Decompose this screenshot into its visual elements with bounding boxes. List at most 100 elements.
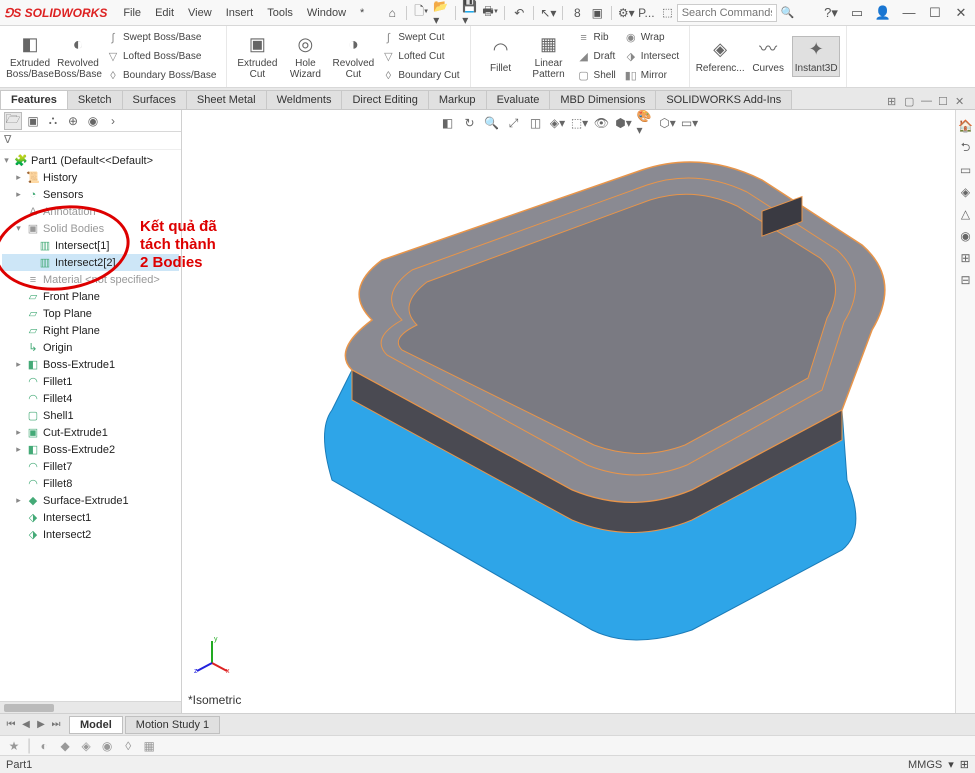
bt-icon-4[interactable]: ◉ — [99, 738, 115, 754]
boundary-boss-button[interactable]: ◊Boundary Boss/Base — [106, 67, 216, 85]
extruded-cut-button[interactable]: ▣Extruded Cut — [233, 29, 281, 85]
status-units-dropdown-icon[interactable]: ▾ — [948, 758, 954, 771]
revolved-boss-button[interactable]: ◐Revolved Boss/Base — [54, 29, 102, 85]
save-icon[interactable]: 💾▾ — [462, 5, 478, 21]
tree-item[interactable]: ▸▣Cut-Extrude1 — [2, 424, 179, 441]
tree-item[interactable]: ◠Fillet7 — [2, 458, 179, 475]
config-tab-icon[interactable]: ⛬ — [44, 112, 62, 130]
rebuild-icon[interactable]: ▣ — [589, 5, 605, 21]
tree-item[interactable]: ▱Front Plane — [2, 288, 179, 305]
more-tabs-icon[interactable]: › — [104, 112, 122, 130]
bt-icon-3[interactable]: ◈ — [78, 738, 94, 754]
tree-item[interactable]: ▾▣Solid Bodies — [2, 220, 179, 237]
instant3d-button[interactable]: ✦Instant3D — [792, 36, 840, 77]
tree-item[interactable]: ▸◆Surface-Extrude1 — [2, 492, 179, 509]
tree-root[interactable]: ▾🧩Part1 (Default<<Default> — [2, 152, 179, 169]
status-units[interactable]: MMGS — [908, 759, 942, 771]
tree-item[interactable]: ≡Material <not specified> — [2, 271, 179, 288]
tree-item[interactable]: ▢Shell1 — [2, 407, 179, 424]
menu-tools[interactable]: Tools — [261, 5, 299, 21]
tab-weldments[interactable]: Weldments — [266, 90, 343, 109]
shell-button[interactable]: ▢Shell — [577, 67, 616, 85]
lofted-cut-button[interactable]: ▽Lofted Cut — [381, 48, 459, 66]
eight-icon[interactable]: 8 — [569, 5, 585, 21]
new-icon[interactable]: 🗋▾ — [413, 5, 429, 21]
tab-features[interactable]: Features — [0, 90, 68, 109]
tab-next-icon[interactable]: ▶ — [34, 718, 48, 732]
menu-view[interactable]: View — [182, 5, 218, 21]
tab-markup[interactable]: Markup — [428, 90, 487, 109]
home-icon[interactable]: ⌂ — [384, 5, 400, 21]
tab-direct-editing[interactable]: Direct Editing — [341, 90, 428, 109]
tab-prev-icon[interactable]: ◀ — [19, 718, 33, 732]
doc-close-icon[interactable]: ✕ — [955, 95, 969, 109]
tree-item[interactable]: ▸◔Sensors — [2, 186, 179, 203]
swept-cut-button[interactable]: ∫Swept Cut — [381, 29, 459, 47]
options-icon[interactable]: ⚙▾ — [618, 5, 634, 21]
boundary-cut-button[interactable]: ◊Boundary Cut — [381, 67, 459, 85]
menu-edit[interactable]: Edit — [149, 5, 180, 21]
bt-icon-2[interactable]: ◆ — [57, 738, 73, 754]
tab-last-icon[interactable]: ⏭ — [49, 718, 63, 732]
tree-item[interactable]: ▸◧Boss-Extrude1 — [2, 356, 179, 373]
tab-addins[interactable]: SOLIDWORKS Add-Ins — [655, 90, 792, 109]
bt-icon-6[interactable]: ▦ — [141, 738, 157, 754]
model-tab[interactable]: Model — [69, 716, 123, 734]
notification-icon[interactable]: ▭ — [847, 3, 867, 23]
taskpane-appearance-icon[interactable]: ◈ — [958, 184, 974, 200]
star-icon[interactable]: ★ — [6, 738, 22, 754]
taskpane-arrow-icon[interactable]: ⮌ — [958, 140, 974, 156]
display-tab-icon[interactable]: ◉ — [84, 112, 102, 130]
tab-mbd[interactable]: MBD Dimensions — [549, 90, 656, 109]
feature-tree-tab-icon[interactable]: 🗁 — [4, 112, 22, 130]
tree-item[interactable]: ▸📜History — [2, 169, 179, 186]
tree-item[interactable]: AAnnotation — [2, 203, 179, 220]
taskpane-home-icon[interactable]: 🏠 — [958, 118, 974, 134]
status-expand-icon[interactable]: ⊞ — [960, 758, 969, 771]
search-input[interactable] — [677, 4, 777, 22]
tree-item[interactable]: ◠Fillet4 — [2, 390, 179, 407]
fillet-button[interactable]: ◠Fillet — [477, 29, 525, 85]
taskpane-expand-icon[interactable]: ⊞ — [958, 250, 974, 266]
tree-item[interactable]: ◠Fillet8 — [2, 475, 179, 492]
intersect-button[interactable]: ⬗Intersect — [624, 48, 679, 66]
reference-button[interactable]: ◈Referenc... — [696, 36, 744, 77]
undo-icon[interactable]: ↶ — [511, 5, 527, 21]
property-tab-icon[interactable]: ▣ — [24, 112, 42, 130]
close-icon[interactable]: ✕ — [951, 3, 971, 23]
extruded-boss-button[interactable]: ◧Extruded Boss/Base — [6, 29, 54, 85]
draft-button[interactable]: ◢Draft — [577, 48, 616, 66]
doc-minimize-icon[interactable]: — — [921, 95, 935, 109]
minimize-icon[interactable]: — — [899, 3, 919, 23]
curves-button[interactable]: 〰Curves — [744, 36, 792, 77]
rib-button[interactable]: ≡Rib — [577, 29, 616, 47]
menu-insert[interactable]: Insert — [220, 5, 260, 21]
lofted-boss-button[interactable]: ▽Lofted Boss/Base — [106, 48, 216, 66]
tree-item[interactable]: ◠Fillet1 — [2, 373, 179, 390]
revolved-cut-button[interactable]: ◑Revolved Cut — [329, 29, 377, 85]
p-icon[interactable]: P... — [638, 5, 654, 21]
dim-tab-icon[interactable]: ⊕ — [64, 112, 82, 130]
swept-boss-button[interactable]: ∫Swept Boss/Base — [106, 29, 216, 47]
menu-file[interactable]: File — [117, 5, 147, 21]
help-icon[interactable]: ?▾ — [821, 3, 841, 23]
wrap-button[interactable]: ◉Wrap — [624, 29, 679, 47]
doc-maximize-icon[interactable]: ☐ — [938, 95, 952, 109]
mirror-button[interactable]: ▮▯Mirror — [624, 67, 679, 85]
taskpane-collapse-icon[interactable]: ⊟ — [958, 272, 974, 288]
linear-pattern-button[interactable]: ▦Linear Pattern — [525, 29, 573, 85]
taskpane-design-icon[interactable]: ▭ — [958, 162, 974, 178]
maximize-icon[interactable]: ☐ — [925, 3, 945, 23]
select-icon[interactable]: ↖▾ — [540, 5, 556, 21]
bt-icon-5[interactable]: ◊ — [120, 738, 136, 754]
open-icon[interactable]: 📂▾ — [433, 5, 449, 21]
hole-wizard-button[interactable]: ◎Hole Wizard — [281, 29, 329, 85]
tab-sketch[interactable]: Sketch — [67, 90, 123, 109]
taskpane-custom-icon[interactable]: △ — [958, 206, 974, 222]
graphics-viewport[interactable]: ◧ ↻ 🔍 ⤢ ◫ ◈▾ ⬚▾ 👁 ⬢▾ 🎨▾ ⬡▾ ▭▾ — [182, 110, 955, 713]
bt-icon-1[interactable]: ◐ — [36, 738, 52, 754]
tile-icon[interactable]: ▢ — [904, 95, 918, 109]
tree-item[interactable]: ▥Intersect[1] — [2, 237, 179, 254]
print-icon[interactable]: 🖶▾ — [482, 5, 498, 21]
tree-item[interactable]: ⬗Intersect1 — [2, 509, 179, 526]
